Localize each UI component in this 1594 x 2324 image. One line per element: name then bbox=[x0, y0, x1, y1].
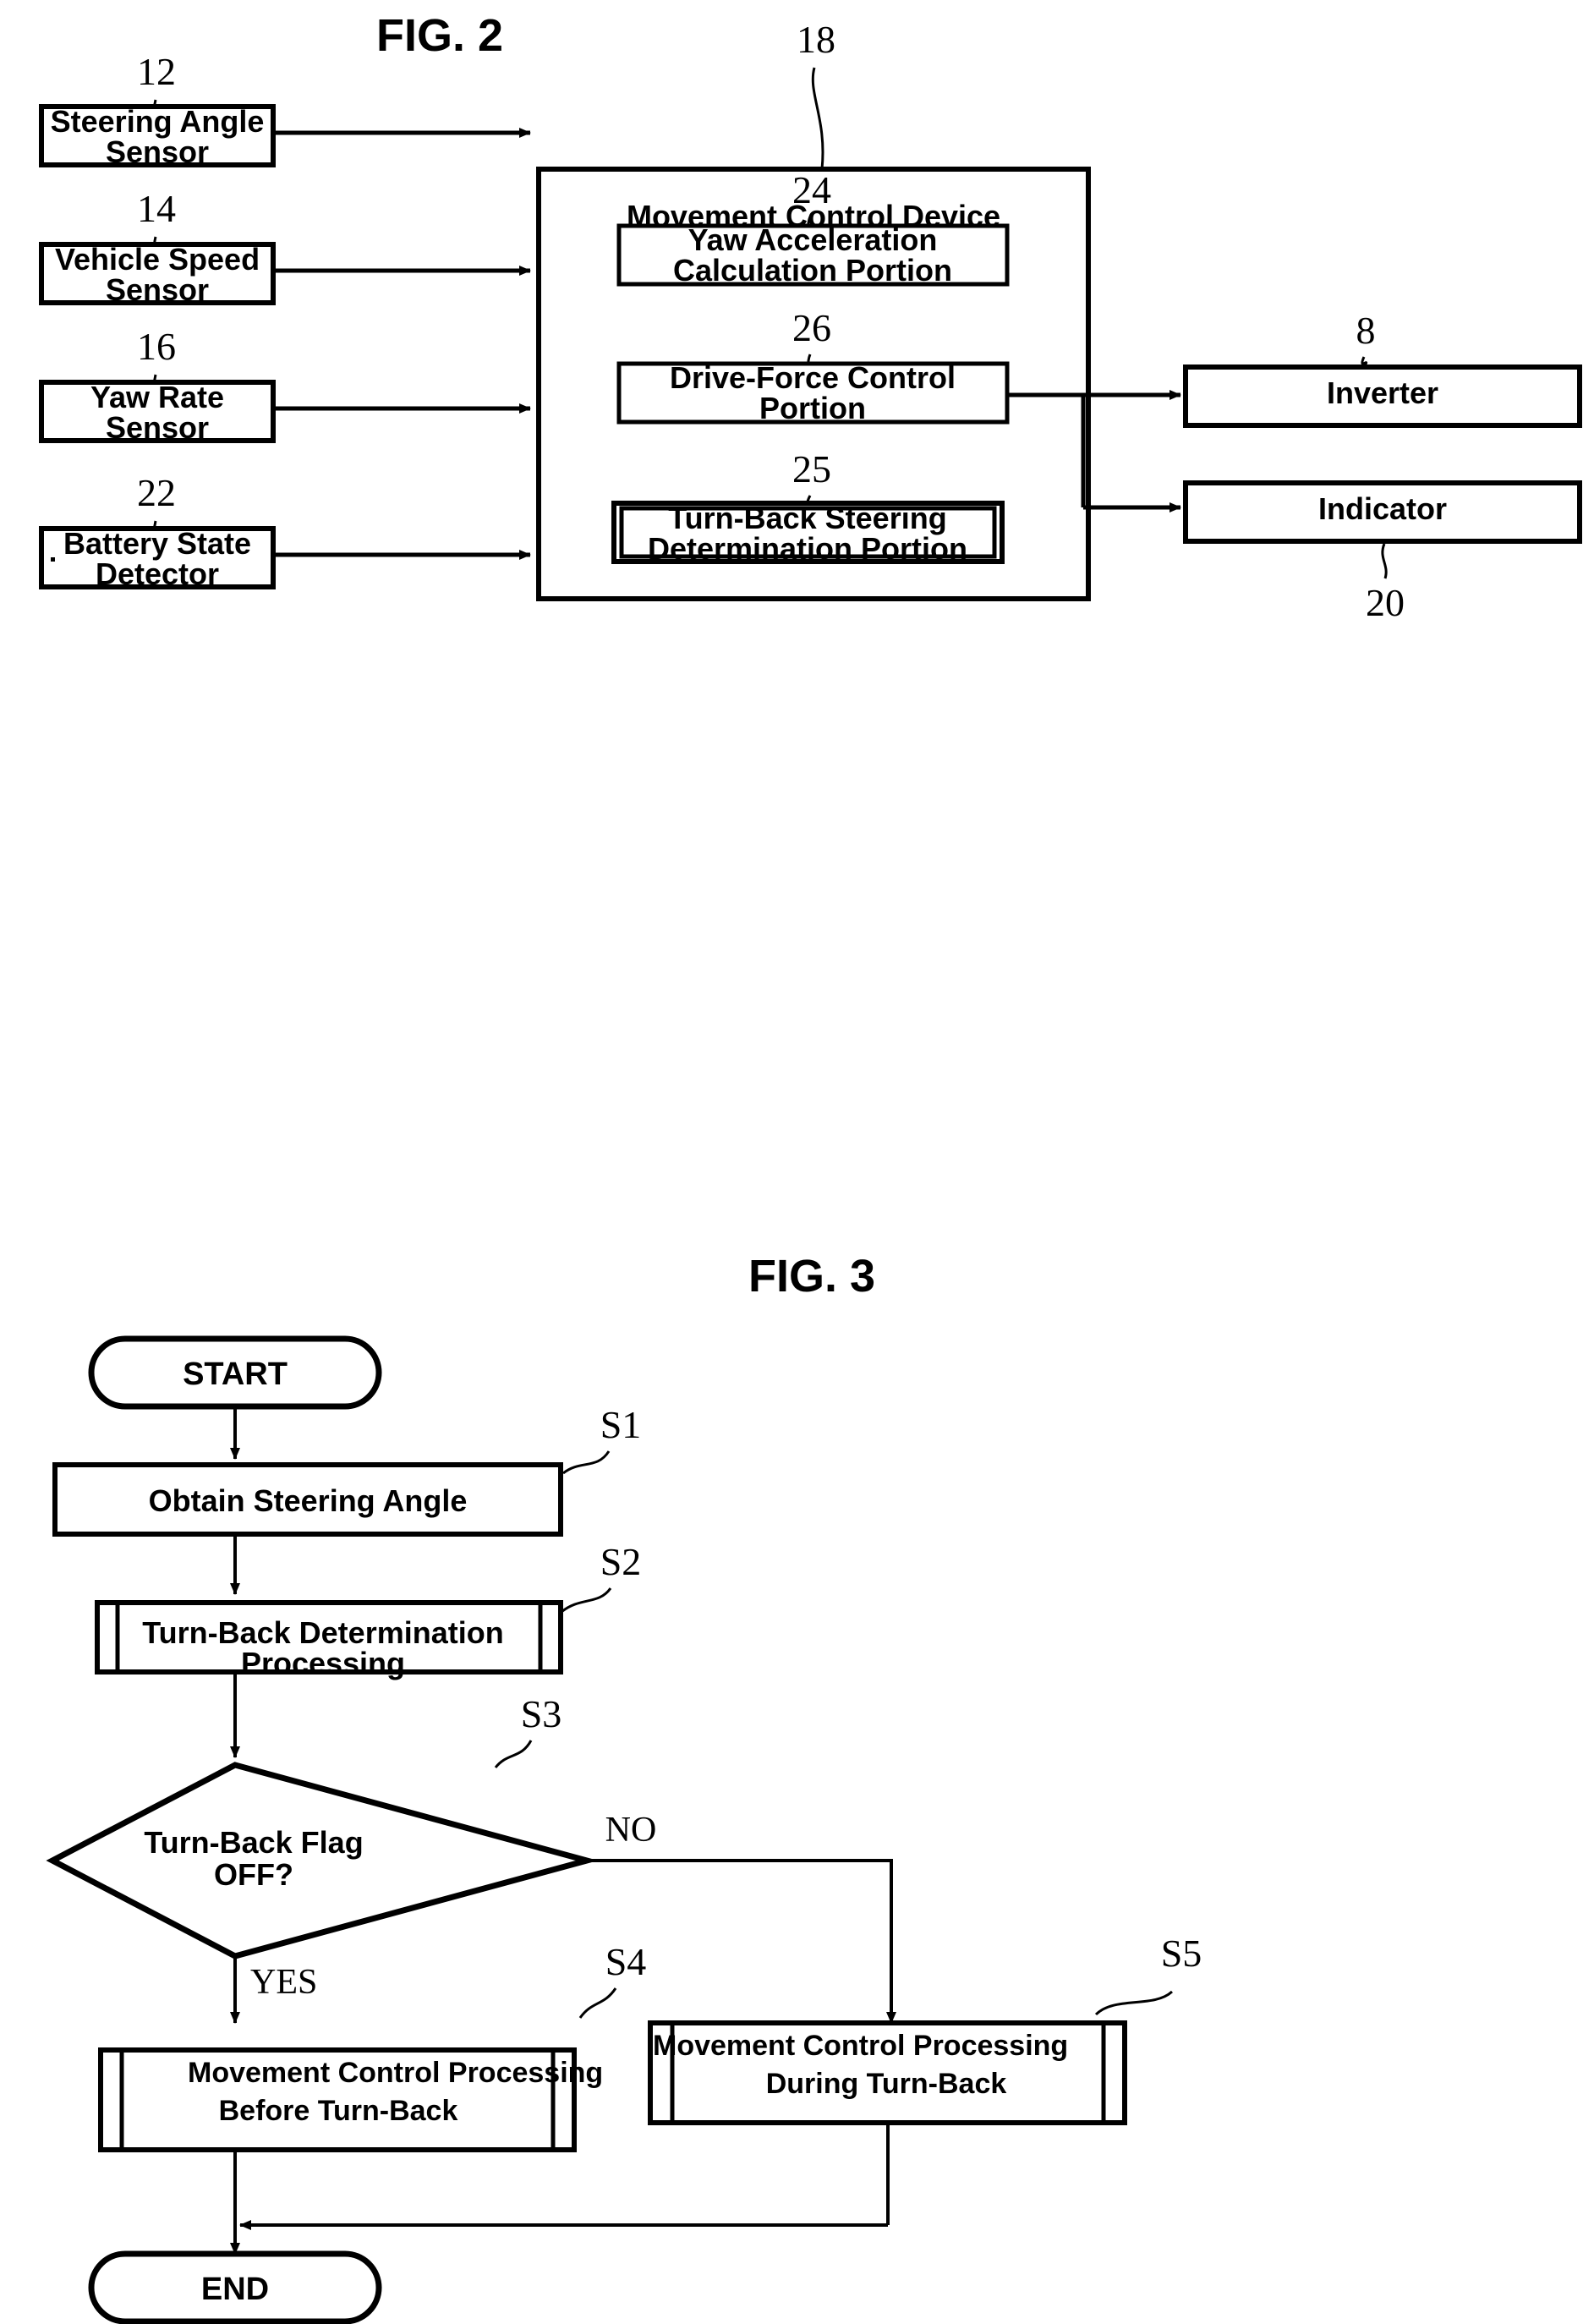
s3-label-line2: OFF? bbox=[214, 1857, 293, 1892]
s3-decision-diamond bbox=[46, 1762, 599, 1960]
drive-force-portion-label-line2: Portion bbox=[759, 391, 866, 425]
leader-line-20 bbox=[1381, 543, 1388, 579]
fig3-title: FIG. 3 bbox=[748, 1251, 875, 1302]
ref-label-14: 14 bbox=[137, 187, 176, 230]
s2-label-line2: Processing bbox=[241, 1646, 405, 1680]
s1-label: Obtain Steering Angle bbox=[149, 1483, 468, 1518]
s5-label-line1: Movement Control Processing bbox=[653, 2030, 1068, 2062]
yaw-rate-sensor-label-line2: Sensor bbox=[106, 410, 209, 445]
vehicle-speed-sensor-label-line2: Sensor bbox=[106, 272, 209, 307]
ref-label-20: 20 bbox=[1366, 581, 1405, 624]
step-label-s4: S4 bbox=[605, 1940, 647, 1983]
ref-label-26: 26 bbox=[792, 306, 831, 349]
s2-label-line1: Turn-Back Determination bbox=[142, 1615, 503, 1650]
leader-line-s5 bbox=[1094, 1990, 1174, 2016]
ref-label-8: 8 bbox=[1356, 309, 1376, 352]
leader-line-s2 bbox=[561, 1587, 612, 1614]
leader-line-s4 bbox=[578, 1987, 617, 2019]
inverter-label: Inverter bbox=[1327, 375, 1438, 410]
leader-line-18 bbox=[811, 67, 824, 170]
indicator-label: Indicator bbox=[1318, 491, 1447, 526]
leader-line-s1 bbox=[562, 1450, 611, 1475]
end-terminator-label: END bbox=[201, 2272, 269, 2307]
branch-label-no: NO bbox=[605, 1811, 657, 1850]
battery-state-detector-label-line1: Battery State bbox=[63, 526, 251, 561]
fig2-title: FIG. 2 bbox=[376, 10, 503, 61]
ref-label-22: 22 bbox=[137, 471, 176, 514]
turn-back-determination-portion-label-line1: Turn-Back Steering bbox=[668, 501, 946, 535]
ref-label-24: 24 bbox=[792, 168, 831, 211]
s4-label-line1: Movement Control Processing bbox=[188, 2057, 603, 2089]
yaw-acceleration-portion-label-line2: Calculation Portion bbox=[673, 253, 952, 288]
drive-force-portion-label-line1: Drive-Force Control bbox=[670, 360, 956, 395]
steering-angle-sensor-label-line1: Steering Angle bbox=[51, 104, 265, 139]
steering-angle-sensor-label-line2: Sensor bbox=[106, 134, 209, 169]
ref-label-12: 12 bbox=[137, 50, 176, 93]
step-label-s1: S1 bbox=[600, 1403, 642, 1446]
ref-label-25: 25 bbox=[792, 447, 831, 491]
branch-label-yes: YES bbox=[250, 1963, 317, 2002]
battery-state-detector-label-line2: Detector bbox=[96, 556, 219, 591]
step-label-s5: S5 bbox=[1161, 1932, 1202, 1975]
s4-label-line2: Before Turn-Back bbox=[219, 2095, 458, 2127]
step-label-s2: S2 bbox=[600, 1540, 642, 1583]
yaw-acceleration-portion-label-line1: Yaw Acceleration bbox=[688, 222, 938, 257]
step-label-s3: S3 bbox=[521, 1692, 562, 1735]
leader-line-s3 bbox=[494, 1740, 533, 1768]
ref-label-16: 16 bbox=[137, 325, 176, 368]
vehicle-speed-sensor-label-line1: Vehicle Speed bbox=[55, 242, 260, 277]
patent-drawing-sheet: FIG. 2 18 Movement Control Device For Ve… bbox=[0, 0, 1594, 2324]
turn-back-determination-portion-label-line2: Determination Portion bbox=[648, 531, 967, 566]
start-terminator-label: START bbox=[183, 1357, 288, 1392]
s3-label-line1: Turn-Back Flag bbox=[144, 1825, 363, 1860]
drawing-canvas: FIG. 2 18 Movement Control Device For Ve… bbox=[39, 10, 1582, 2324]
yaw-rate-sensor-label-line1: Yaw Rate bbox=[90, 380, 224, 414]
s5-label-line2: During Turn-Back bbox=[766, 2068, 1007, 2100]
stray-dot-artifact bbox=[51, 557, 55, 562]
ref-label-18: 18 bbox=[797, 18, 835, 61]
